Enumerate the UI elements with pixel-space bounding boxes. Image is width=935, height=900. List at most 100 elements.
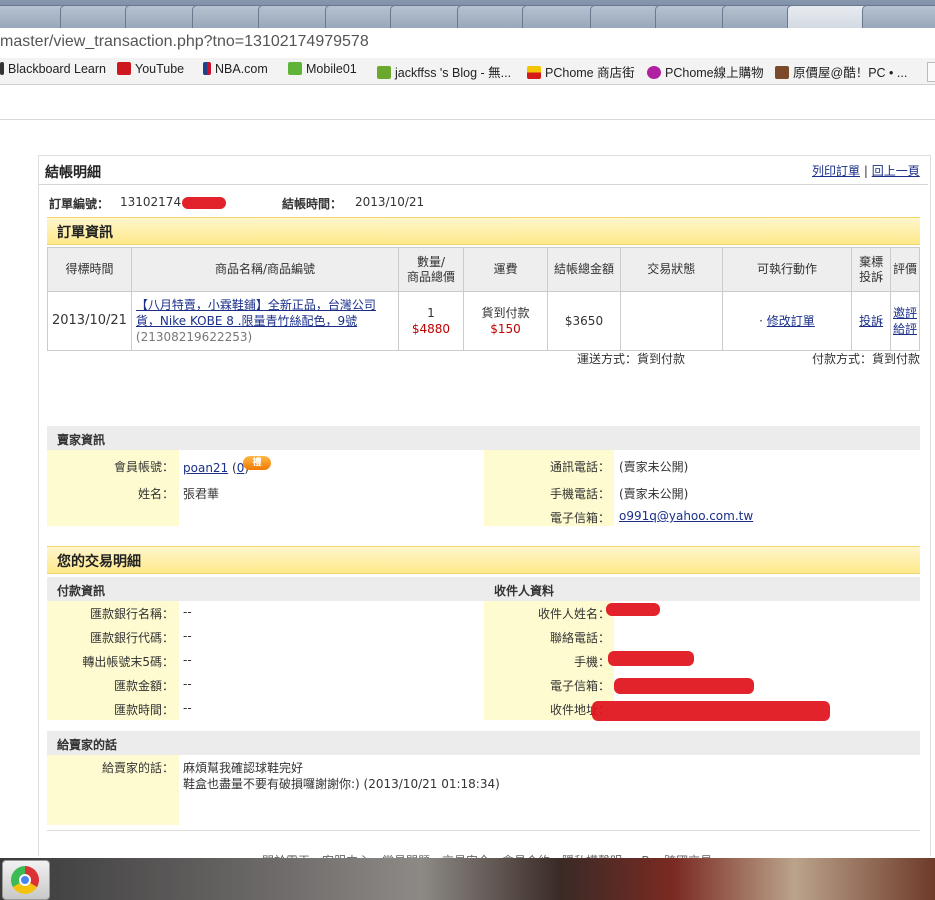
phone-label: 通訊電話：	[549, 460, 610, 474]
bookmark-pchome-shop[interactable]: PChome線上購物	[647, 62, 764, 81]
receiver-label: 收件人姓名：	[537, 607, 610, 621]
checkout-time-label: 結帳時間：	[282, 197, 343, 211]
order-table-header: 得標時間 商品名稱/商品編號 數量/ 商品總價 運費 結帳總金額 交易狀態 可執…	[47, 247, 920, 292]
browser-tab[interactable]	[258, 5, 332, 28]
order-table: 得標時間 商品名稱/商品編號 數量/ 商品總價 運費 結帳總金額 交易狀態 可執…	[47, 247, 920, 351]
page-top-strip	[0, 85, 935, 120]
print-order-link[interactable]: 列印訂單	[812, 164, 860, 178]
browser-tab[interactable]	[457, 5, 529, 28]
browser-tab[interactable]	[125, 5, 199, 28]
youtube-icon	[117, 62, 131, 75]
receiver-label: 聯絡電話：	[549, 631, 610, 645]
browser-tab[interactable]	[390, 5, 464, 28]
col-status: 交易狀態	[619, 247, 723, 292]
browser-tab[interactable]	[325, 5, 397, 28]
taskbar	[0, 858, 935, 900]
payment-value: --	[183, 701, 192, 715]
browser-tab[interactable]	[522, 5, 596, 28]
shipping-fee: $150	[490, 322, 521, 336]
bookmark-label: jackffss 's Blog - 無...	[395, 66, 512, 80]
bookmark-mobile01[interactable]: Mobile01	[288, 62, 357, 76]
product-cell: 【八月特賣，小霖鞋鋪】全新正品，台灣公司貨，Nike KOBE 8 .限量青竹絲…	[130, 291, 400, 351]
browser-tab[interactable]	[590, 5, 662, 28]
receiver-label: 電子信箱：	[549, 679, 610, 693]
shipping-text: 貨到付款	[481, 306, 530, 320]
mobile-label: 手機電話：	[549, 487, 610, 501]
email-label: 電子信箱：	[549, 511, 610, 525]
order-no-value: 13102174	[120, 195, 182, 209]
bookmark-blackboard[interactable]: Blackboard Learn	[0, 62, 106, 76]
bookmark-blog[interactable]: jackffss 's Blog - 無...	[377, 62, 511, 81]
bookmark-nba[interactable]: NBA.com	[203, 62, 268, 76]
order-section-bar	[47, 217, 920, 245]
browser-tab[interactable]	[655, 5, 729, 28]
name-label: 姓名：	[137, 487, 174, 501]
chrome-icon	[11, 866, 39, 894]
payment-value: --	[183, 653, 192, 667]
bookmark-coolpc[interactable]: 原價屋@酷！PC • ...	[775, 62, 907, 81]
payment-receiver-header	[47, 577, 920, 601]
bookmark-label: Mobile01	[306, 62, 357, 76]
complaint-cell: 投訴	[851, 291, 891, 351]
edit-order-link[interactable]: 修改訂單	[767, 314, 815, 328]
gift-badge-icon[interactable]: 禮	[243, 456, 271, 470]
blackboard-icon	[0, 62, 4, 75]
message-line-2: 鞋盒也盡量不要有破損囉謝謝你:) (2013/10/21 01:18:34)	[183, 777, 500, 791]
status-cell	[619, 291, 723, 351]
bookmark-label: 原價屋@酷！PC • ...	[793, 66, 908, 80]
grand-total-cell: $3650	[547, 291, 621, 351]
shipping-cell: 貨到付款 $150	[462, 291, 549, 351]
browser-tab-strip	[0, 0, 935, 28]
col-product: 商品名稱/商品編號	[130, 247, 400, 292]
redaction-scribble	[608, 651, 694, 666]
review-link[interactable]: 邀評給評	[892, 305, 918, 337]
receiver-label: 手機：	[573, 655, 610, 669]
col-shipping: 運費	[462, 247, 549, 292]
browser-tab[interactable]	[862, 5, 935, 28]
order-no-label: 訂單編號：	[49, 197, 110, 211]
bookmark-overflow[interactable]	[927, 62, 935, 82]
col-complaint: 棄標 投訴	[851, 247, 891, 292]
col-review: 評價	[890, 247, 920, 292]
browser-tab-active[interactable]	[787, 5, 869, 28]
message-section-title: 給賣家的話	[57, 738, 118, 752]
bookmark-label: NBA.com	[215, 62, 268, 76]
actions-cell: · 修改訂單	[721, 291, 853, 351]
browser-tab[interactable]	[0, 5, 67, 28]
seller-account-link[interactable]: poan21	[183, 461, 228, 475]
blog-icon	[377, 66, 391, 79]
seller-section-title: 賣家資訊	[57, 433, 106, 447]
pchome-shop-icon	[647, 66, 661, 79]
complaint-link[interactable]: 投訴	[859, 314, 883, 328]
redaction-scribble	[592, 701, 830, 721]
bookmark-youtube[interactable]: YouTube	[117, 62, 184, 76]
message-label: 給賣家的話：	[101, 761, 174, 775]
nba-icon	[203, 62, 211, 75]
bookmark-label: Blackboard Learn	[8, 62, 106, 76]
table-row: 2013/10/21 【八月特賣，小霖鞋鋪】全新正品，台灣公司貨，Nike KO…	[47, 291, 920, 351]
col-grand-total: 結帳總金額	[547, 247, 621, 292]
payment-head: 付款資訊	[57, 584, 106, 598]
payment-value: --	[183, 677, 192, 691]
browser-tab[interactable]	[192, 5, 264, 28]
payment-label: 匯款銀行名稱：	[89, 607, 174, 621]
order-section-title: 訂單資訊	[57, 225, 113, 241]
bookmark-label: PChome 商店街	[545, 66, 635, 80]
seller-email-link[interactable]: o991q@yahoo.com.tw	[619, 509, 753, 523]
top-links: 列印訂單 | 回上一頁	[812, 162, 920, 179]
payment-label: 匯款時間：	[113, 703, 174, 717]
bookmark-pchome[interactable]: PChome 商店街	[527, 62, 635, 81]
product-link[interactable]: 【八月特賣，小霖鞋鋪】全新正品，台灣公司貨，Nike KOBE 8 .限量青竹絲…	[136, 298, 376, 328]
address-text[interactable]: master/view_transaction.php?tno=13102174…	[0, 33, 369, 51]
browser-tab[interactable]	[60, 5, 132, 28]
delivery-method: 運送方式：貨到付款	[577, 352, 686, 366]
seller-section-bar	[47, 426, 920, 450]
back-link[interactable]: 回上一頁	[872, 164, 920, 178]
pchome-icon	[527, 66, 541, 79]
transaction-section-bar	[47, 546, 920, 574]
browser-tab[interactable]	[722, 5, 794, 28]
title-divider	[39, 184, 928, 185]
coolpc-icon	[775, 66, 789, 79]
bookmark-label: YouTube	[135, 62, 185, 76]
total-value: $4880	[411, 322, 451, 336]
